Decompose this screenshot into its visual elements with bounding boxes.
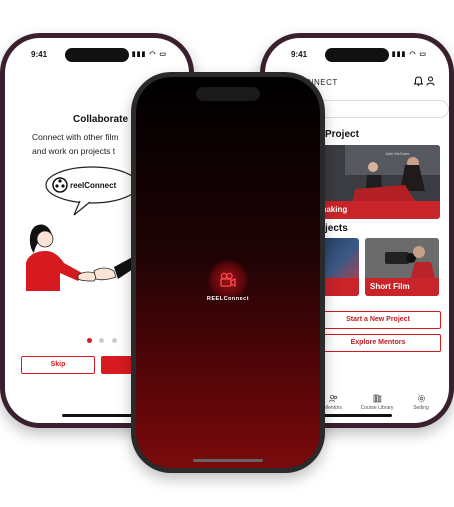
bubble-brand: reelConnect xyxy=(70,181,117,190)
status-time: 9:41 xyxy=(291,50,308,59)
bell-icon[interactable] xyxy=(414,76,423,86)
battery-icon: ▭ xyxy=(419,51,427,58)
short-film-image xyxy=(365,238,439,278)
status-bar: 9:41 ▮▮▮ ◠ ▭ xyxy=(265,50,449,64)
page-dot[interactable] xyxy=(99,338,105,343)
person-body xyxy=(26,251,82,291)
app-logo xyxy=(208,260,248,300)
splash-phone: REELConnect xyxy=(131,72,325,473)
mentors-icon xyxy=(328,394,337,403)
tab-label: Mentors xyxy=(323,405,343,411)
explore-mentors-button[interactable]: Explore Mentors xyxy=(315,334,441,352)
skip-button[interactable]: Skip xyxy=(21,356,95,374)
home-indicator xyxy=(193,459,263,462)
section-title-project: Project xyxy=(325,129,359,140)
start-project-button[interactable]: Start a New Project xyxy=(315,311,441,329)
speech-bubble-tail xyxy=(73,200,91,216)
tab-setting[interactable]: Setting xyxy=(401,394,441,411)
thumbnail-caption-bar: Short Film xyxy=(365,278,439,296)
wifi-icon: ◠ xyxy=(149,51,157,58)
splash-brand: REELConnect xyxy=(206,296,250,302)
person-face xyxy=(36,230,54,248)
section-title-projects: jects xyxy=(325,223,348,234)
movie-camera-icon xyxy=(220,272,236,288)
user-icon[interactable] xyxy=(426,76,435,86)
card-overlay-text: Julie McGuire xyxy=(385,151,410,156)
thumbnail-caption: Short Film xyxy=(370,282,410,291)
tab-course-library[interactable]: Course Library xyxy=(357,394,397,411)
home-indicator xyxy=(322,414,392,417)
gear-icon xyxy=(417,394,425,403)
status-time: 9:41 xyxy=(31,50,48,59)
home-indicator xyxy=(62,414,132,417)
short-film-card[interactable]: Short Film xyxy=(365,238,439,296)
signal-icon: ▮▮▮ xyxy=(131,51,147,58)
status-icons: ▮▮▮ ◠ ▭ xyxy=(392,50,427,58)
tab-label: Course Library xyxy=(360,405,394,411)
page-indicator xyxy=(87,330,120,348)
status-icons: ▮▮▮ ◠ ▭ xyxy=(132,50,167,58)
dynamic-island xyxy=(196,87,260,101)
tab-label: Setting xyxy=(413,405,429,411)
splash-screen: REELConnect xyxy=(136,77,320,468)
status-bar: 9:41 ▮▮▮ ◠ ▭ xyxy=(5,50,189,64)
hand-right xyxy=(93,267,117,281)
page-dot[interactable] xyxy=(87,338,92,343)
onboarding-title: Collaborate xyxy=(73,114,129,125)
wifi-icon: ◠ xyxy=(409,51,417,58)
page-dot[interactable] xyxy=(111,338,117,343)
library-icon xyxy=(373,394,381,403)
signal-icon: ▮▮▮ xyxy=(391,51,407,58)
battery-icon: ▭ xyxy=(159,51,167,58)
